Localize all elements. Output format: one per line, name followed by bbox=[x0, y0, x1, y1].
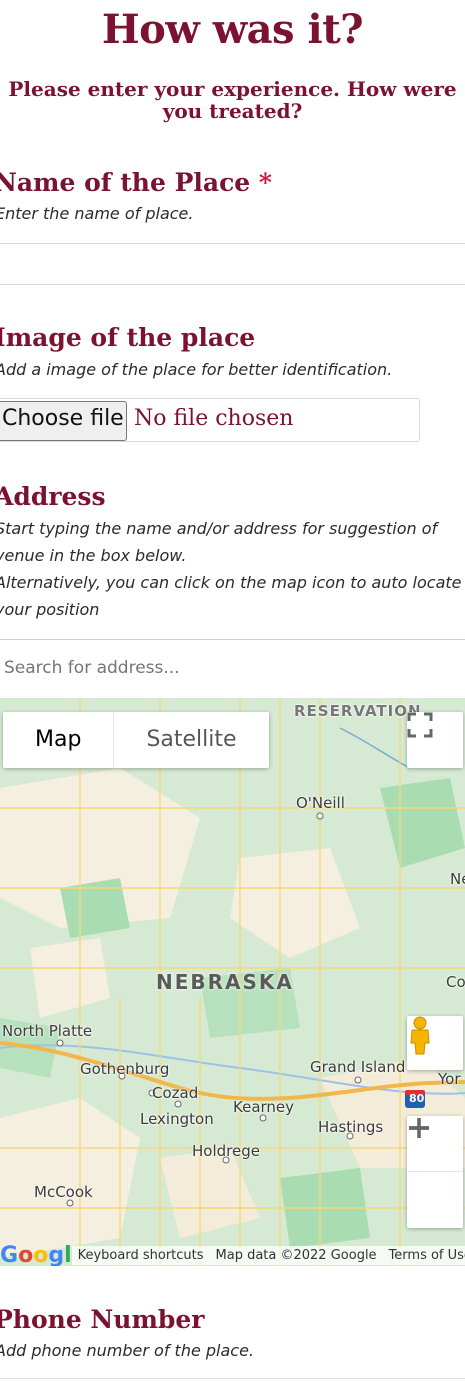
map-place-kearney: Kearney bbox=[233, 1098, 295, 1116]
map-reservation-label: RESERVATION bbox=[294, 702, 422, 720]
map-place-hastings: Hastings bbox=[318, 1118, 384, 1136]
interstate-shield: 80 bbox=[409, 1092, 425, 1105]
address-help-line-2: venue in the box below. bbox=[0, 546, 187, 565]
map-type-map-button[interactable]: Map bbox=[3, 712, 113, 768]
name-label: Name of the Place * bbox=[0, 168, 272, 197]
pegman-icon bbox=[410, 1016, 430, 1055]
map-place-north-platte: North Platte bbox=[2, 1022, 93, 1040]
name-label-text: Name of the Place bbox=[0, 168, 251, 197]
address-help-line-1: Start typing the name and/or address for… bbox=[0, 519, 438, 538]
terms-of-use-link[interactable]: Terms of Use bbox=[382, 1245, 465, 1265]
map-data-attribution: Map data ©2022 Google bbox=[209, 1245, 383, 1265]
choose-file-button[interactable]: Choose file bbox=[0, 401, 127, 441]
address-help-line-3: Alternatively, you can click on the map … bbox=[0, 573, 462, 592]
map-place-co: Co bbox=[446, 973, 465, 991]
map-place-mccook: McCook bbox=[34, 1183, 93, 1201]
map-place-grand-island: Grand Island bbox=[310, 1058, 406, 1076]
page-title: How was it? bbox=[101, 6, 364, 53]
file-status: No file chosen bbox=[134, 406, 294, 431]
minus-icon bbox=[409, 1126, 429, 1130]
phone-help: Add phone number of the place. bbox=[0, 1341, 255, 1360]
map-place-cozad: Cozad bbox=[152, 1084, 199, 1102]
map[interactable]: NEBRASKA RESERVATION O'Neill North Platt… bbox=[0, 698, 465, 1266]
file-input[interactable]: Choose file No file chosen bbox=[0, 398, 420, 442]
map-place-oneill: O'Neill bbox=[296, 794, 345, 812]
map-place-lexington: Lexington bbox=[140, 1110, 214, 1128]
name-help: Enter the name of place. bbox=[0, 204, 194, 223]
image-help: Add a image of the place for better iden… bbox=[0, 360, 393, 379]
address-help-line-4: your position bbox=[0, 600, 100, 619]
page-subtitle: Please enter your experience. How were y… bbox=[8, 77, 457, 123]
phone-input-top-border bbox=[0, 1378, 465, 1379]
map-type-satellite-button[interactable]: Satellite bbox=[113, 712, 268, 768]
google-logo: Googl bbox=[0, 1242, 72, 1267]
fullscreen-button[interactable] bbox=[407, 712, 463, 768]
map-state-label: NEBRASKA bbox=[156, 970, 294, 994]
street-view-button[interactable] bbox=[407, 1016, 463, 1070]
image-label: Image of the place bbox=[0, 323, 256, 352]
map-place-york: Yor bbox=[438, 1070, 461, 1088]
keyboard-shortcuts-link[interactable]: Keyboard shortcuts bbox=[71, 1245, 210, 1265]
map-type-control: Map Satellite bbox=[3, 712, 269, 768]
map-footer: Googl Keyboard shortcuts Map data ©2022 … bbox=[0, 1242, 465, 1267]
required-marker: * bbox=[258, 168, 272, 197]
search-placeholder: Search for address... bbox=[4, 658, 180, 678]
phone-label: Phone Number bbox=[0, 1305, 205, 1334]
zoom-control bbox=[407, 1116, 463, 1228]
name-input[interactable] bbox=[0, 243, 465, 285]
address-search-input[interactable]: Search for address... bbox=[0, 639, 465, 697]
map-place-holdrege: Holdrege bbox=[192, 1142, 260, 1160]
address-label: Address bbox=[0, 482, 106, 511]
fullscreen-icon bbox=[407, 712, 433, 738]
map-place-ne: Ne bbox=[450, 870, 465, 888]
zoom-out-button[interactable] bbox=[407, 1126, 463, 1228]
map-place-gothenburg: Gothenburg bbox=[80, 1060, 170, 1078]
